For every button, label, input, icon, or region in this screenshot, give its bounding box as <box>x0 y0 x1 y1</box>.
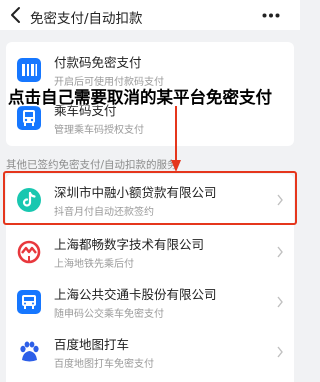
baidu-paw-icon <box>20 341 39 362</box>
list-item-service[interactable]: 百度地图打车 百度地图打车免密支付 <box>6 328 294 376</box>
item-subtitle: 上海地铁先乘后付 <box>54 259 134 270</box>
pointer-arrow-icon <box>171 106 181 172</box>
item-subtitle: 百度地图打车免密支付 <box>54 359 154 370</box>
header-bar: 免密支付/自动扣款 <box>0 0 300 30</box>
section-label: 其他已签约免密支付/自动扣款的服务 <box>6 159 178 171</box>
more-icon[interactable] <box>262 13 280 18</box>
page-title: 免密支付/自动扣款 <box>30 11 143 27</box>
chevron-right-icon <box>277 346 283 358</box>
payment-code-icon <box>17 58 41 82</box>
highlight-box <box>3 171 297 225</box>
list-item-service[interactable]: 上海都畅数字技术有限公司 上海地铁先乘后付 <box>6 228 294 276</box>
item-subtitle: 管理乘车码授权支付 <box>54 125 144 136</box>
item-title: 百度地图打车 <box>54 337 130 352</box>
list-item-service[interactable]: 上海公共交通卡股份有限公司 随申码公交乘车免密支付 <box>6 278 294 326</box>
back-arrow-icon[interactable] <box>8 6 24 24</box>
bus-code-icon <box>17 106 41 130</box>
chevron-right-icon <box>277 246 283 258</box>
shanghai-metro-icon <box>17 240 41 264</box>
item-subtitle: 随申码公交乘车免密支付 <box>54 309 164 320</box>
item-title: 上海都畅数字技术有限公司 <box>54 237 205 252</box>
chevron-right-icon <box>277 296 283 308</box>
transit-card-icon <box>17 290 41 314</box>
tutorial-annotation: 点击自己需要取消的某平台免密支付 <box>8 88 272 107</box>
item-title: 付款码免密支付 <box>54 55 142 70</box>
item-title: 上海公共交通卡股份有限公司 <box>54 287 217 302</box>
